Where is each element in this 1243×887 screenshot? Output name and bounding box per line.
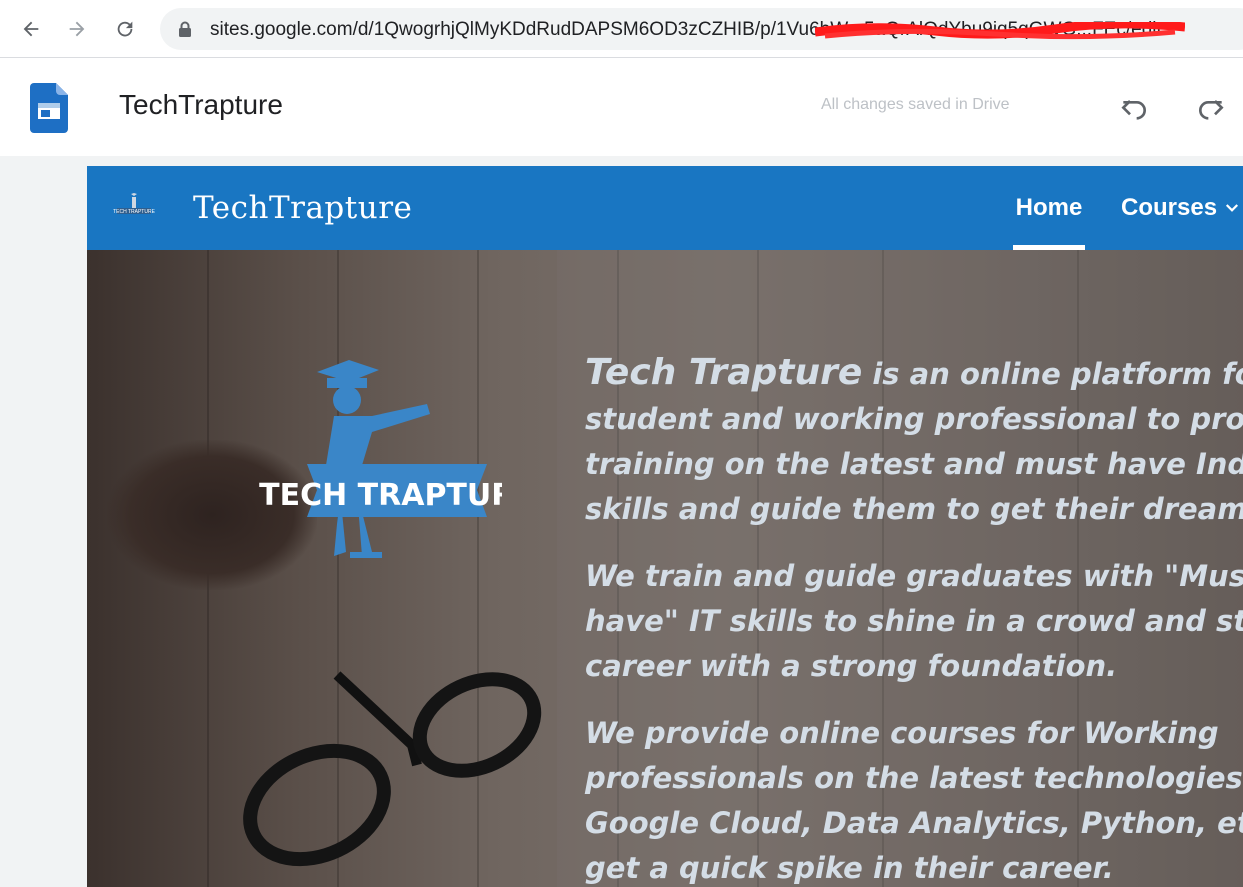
reload-button[interactable] — [110, 14, 140, 44]
graduates-line-1: We train and guide graduates with "Must — [585, 559, 1243, 593]
nav-home[interactable]: Home — [1013, 194, 1085, 250]
intro-line-2: student and working professional to prov… — [585, 402, 1243, 436]
site-doc-title[interactable]: TechTrapture — [119, 89, 283, 121]
save-status: All changes saved in Drive — [821, 96, 1010, 113]
editor-header: TechTrapture All changes saved in Drive — [0, 58, 1243, 156]
intro-line-1: is an online platform fo — [862, 357, 1243, 391]
professionals-paragraph: We provide online courses for Working pr… — [585, 711, 1243, 887]
back-arrow-icon — [23, 21, 39, 37]
redo-icon[interactable] — [1195, 93, 1227, 125]
professionals-line-1: We provide online courses for Working — [585, 716, 1219, 750]
reload-icon — [117, 21, 133, 37]
site-title[interactable]: TechTrapture — [193, 190, 412, 226]
professionals-line-3: Google Cloud, Data Analytics, Python, et… — [585, 806, 1243, 840]
graduates-paragraph: We train and guide graduates with "Must … — [585, 554, 1243, 689]
site-navbar: TECH TRAPTURE TechTrapture Home Courses — [87, 166, 1243, 250]
hero-description: Tech Trapture is an online platform fo s… — [585, 350, 1243, 887]
redaction-scribble — [815, 22, 1185, 40]
undo-icon[interactable] — [1118, 93, 1150, 125]
graduates-line-2: have" IT skills to shine in a crowd and … — [585, 604, 1243, 638]
forward-arrow-icon — [69, 21, 85, 37]
forward-button[interactable] — [62, 14, 92, 44]
intro-line-4: skills and guide them to get their dream… — [585, 492, 1243, 526]
site-logo[interactable]: TECH TRAPTURE — [113, 192, 155, 222]
intro-line-3: training on the latest and must have Ind… — [585, 447, 1243, 481]
logo-wordmark: TECH TRAPTURE — [259, 478, 502, 513]
graduates-line-3: career with a strong foundation. — [585, 649, 1118, 683]
brand-name: Tech Trapture — [585, 352, 863, 393]
nav-courses[interactable]: Courses — [1121, 194, 1241, 222]
tech-trapture-logo: TECH TRAPTURE — [259, 360, 502, 558]
site-preview: TECH TRAPTURE TechTrapture Home Courses — [87, 166, 1243, 887]
google-sites-icon — [30, 83, 68, 133]
professionals-line-4: get a quick spike in their career. — [585, 851, 1114, 885]
browser-toolbar: sites.google.com/d/1QwogrhjQlMyKDdRudDAP… — [0, 0, 1243, 58]
lock-icon — [179, 21, 191, 37]
intro-paragraph: Tech Trapture is an online platform fo s… — [585, 350, 1243, 532]
back-button[interactable] — [16, 14, 46, 44]
svg-text:TECH TRAPTURE: TECH TRAPTURE — [113, 209, 155, 215]
chevron-down-icon — [1226, 204, 1239, 212]
hero-section: TECH TRAPTURE Tech Trapture is an online… — [87, 250, 1243, 887]
professionals-line-2: professionals on the latest technologies… — [585, 761, 1243, 795]
nav-home-label: Home — [1015, 194, 1083, 221]
nav-courses-label: Courses — [1121, 194, 1218, 221]
eyeglasses-image — [243, 671, 542, 867]
